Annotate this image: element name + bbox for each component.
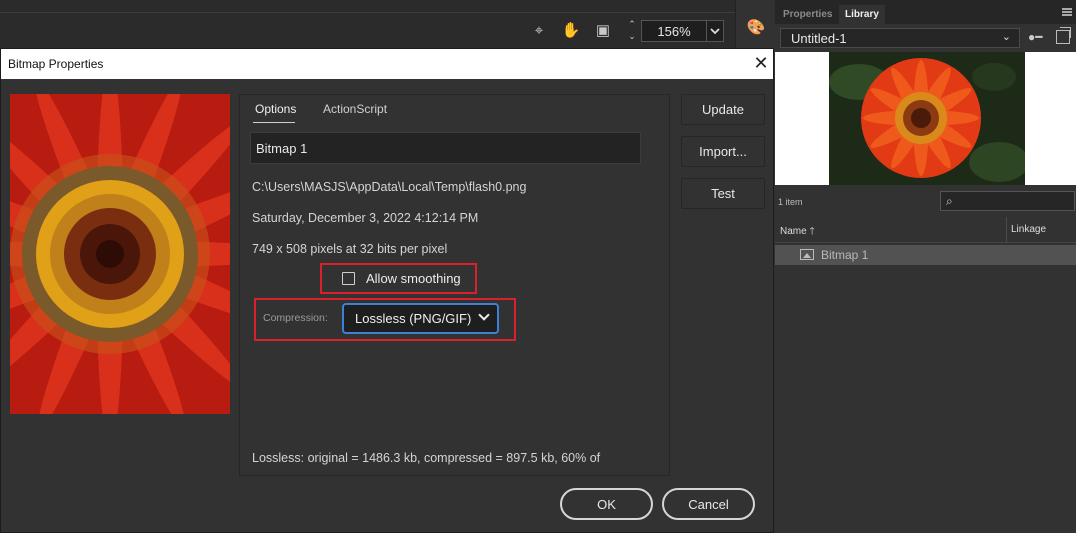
update-button[interactable]: Update [681,94,765,125]
clip-icon[interactable]: ▣ [593,20,613,40]
hand-icon[interactable]: ✋ [561,20,581,40]
search-icon: ⌕ [946,194,953,208]
import-date: Saturday, December 3, 2022 4:12:14 PM [252,211,479,225]
tab-actionscript[interactable]: ActionScript [323,102,387,116]
cancel-button[interactable]: Cancel [662,488,755,520]
document-select[interactable]: Untitled-1 ⌄ [780,28,1020,48]
column-linkage-header[interactable]: Linkage [1011,224,1046,235]
options-panel: Options ActionScript C:\Users\MASJS\AppD… [239,94,670,476]
import-button[interactable]: Import... [681,136,765,167]
dialog-title: Bitmap Properties [8,57,104,71]
new-library-panel-icon[interactable] [1056,27,1071,44]
pin-icon[interactable]: ●━ [1028,30,1042,44]
sort-ascending-icon: 🡑 [809,226,815,237]
compression-status: Lossless: original = 1486.3 kb, compress… [252,451,601,465]
stage-toolbar: ⌖ ✋ ▣ ⌃ ⌄ 156% [0,0,735,48]
image-dimensions: 749 x 508 pixels at 32 bits per pixel [252,242,448,256]
column-name-label: Name [780,226,807,237]
zoom-stepper[interactable]: ⌃ ⌄ [624,18,640,44]
ok-button[interactable]: OK [560,488,653,520]
bitmap-preview-image [829,52,1025,185]
list-item[interactable]: Bitmap 1 [775,245,1076,265]
dialog-titlebar: Bitmap Properties ✕ [1,49,773,79]
zoom-input[interactable]: 156% [641,20,707,42]
file-path: C:\Users\MASJS\AppData\Local\Temp\flash0… [252,180,527,194]
library-preview [775,52,1076,185]
bitmap-name-input[interactable] [250,132,641,164]
allow-smoothing-highlight: Allow smoothing [320,263,477,294]
tab-library[interactable]: Library [839,5,885,24]
tab-options[interactable]: Options [252,102,296,123]
tab-properties[interactable]: Properties [777,5,838,24]
column-divider[interactable] [1006,217,1007,243]
library-column-header: Name 🡑 Linkage [775,217,1076,243]
compression-select[interactable]: Lossless (PNG/GIF) [342,303,499,334]
close-icon[interactable]: ✕ [751,52,771,74]
library-panel: Properties Library Untitled-1 ⌄ ●━ 1 ite… [775,0,1076,533]
compression-label: Compression: [263,312,328,324]
panel-menu-icon[interactable] [1062,8,1072,16]
column-name-header[interactable]: Name 🡑 [780,224,815,241]
bitmap-properties-dialog: Bitmap Properties ✕ Options ActionScript… [0,48,774,533]
chevron-down-icon [710,27,720,34]
compression-select-value: Lossless (PNG/GIF) [355,311,472,326]
bitmap-icon [800,249,814,260]
library-search-input[interactable]: ⌕ [940,191,1075,211]
document-select-value: Untitled-1 [791,31,847,46]
allow-smoothing-label[interactable]: Allow smoothing [366,271,461,286]
toolbar-divider [0,12,735,13]
snap-icon[interactable]: ⌖ [529,20,549,40]
allow-smoothing-checkbox[interactable] [342,272,355,285]
panel-tabs: Properties Library [775,0,1076,24]
palette-icon[interactable]: 🎨 [746,18,766,36]
test-button[interactable]: Test [681,178,765,209]
chevron-down-icon [478,309,490,321]
compression-highlight: Compression: Lossless (PNG/GIF) [254,298,516,341]
zoom-dropdown-button[interactable] [707,20,724,42]
item-count: 1 item [778,197,803,207]
bitmap-thumbnail [10,94,230,414]
chevron-down-icon: ⌄ [1001,31,1011,43]
list-item-label: Bitmap 1 [821,248,869,262]
